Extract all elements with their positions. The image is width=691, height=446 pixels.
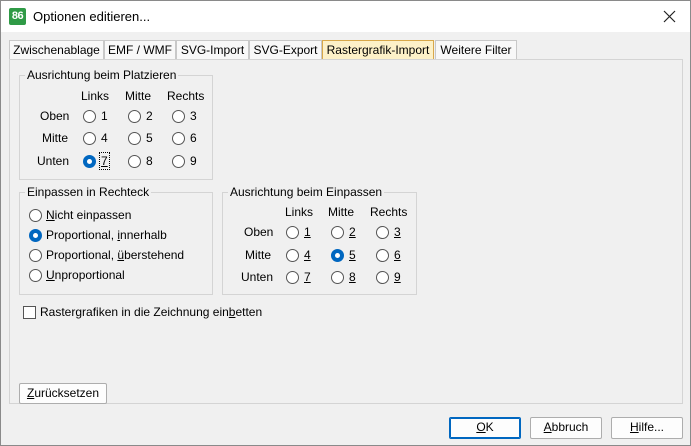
fit-align-label-6: 6: [394, 248, 401, 262]
dialog-window: 86 Optionen editieren... Zwischenablage …: [0, 0, 691, 446]
fit-align-group: Ausrichtung beim Einpassen Links Mitte R…: [222, 185, 417, 295]
fit-align-label-8: 8: [349, 270, 356, 284]
tab-panel: Ausrichtung beim Platzieren Links Mitte …: [9, 59, 683, 404]
tab-svg-export[interactable]: SVG-Export: [249, 40, 322, 60]
placement-label-3: 3: [190, 109, 197, 123]
placement-radio-5[interactable]: [128, 132, 141, 145]
fit-align-radio-9[interactable]: [376, 271, 389, 284]
placement-label-5: 5: [146, 131, 153, 145]
placement-row-top: Oben: [40, 109, 70, 123]
placement-row-middle: Mitte: [42, 131, 69, 145]
fit-align-col-middle: Mitte: [328, 205, 355, 219]
fit-align-radio-7[interactable]: [286, 271, 299, 284]
fit-rect-label-unproportional: Unproportional: [46, 268, 125, 282]
tab-zwischenablage[interactable]: Zwischenablage: [9, 40, 104, 60]
close-button[interactable]: [650, 1, 690, 32]
reset-button[interactable]: Zurücksetzen: [19, 383, 107, 404]
placement-radio-2[interactable]: [128, 110, 141, 123]
placement-radio-3[interactable]: [172, 110, 185, 123]
fit-align-radio-5[interactable]: [331, 249, 344, 262]
placement-radio-4[interactable]: [83, 132, 96, 145]
placement-col-right: Rechts: [167, 89, 205, 103]
placement-label-8: 8: [146, 154, 153, 168]
tab-weitere-filter[interactable]: Weitere Filter: [435, 40, 517, 60]
fit-rect-radio-unproportional[interactable]: [29, 269, 42, 282]
tab-emf-wmf[interactable]: EMF / WMF: [104, 40, 176, 60]
title-bar: 86 Optionen editieren...: [1, 1, 690, 32]
embed-raster-label: Rastergrafiken in die Zeichnung einbette…: [40, 305, 263, 319]
placement-radio-6[interactable]: [172, 132, 185, 145]
fit-rect-label-overlap: Proportional, überstehend: [46, 248, 185, 262]
fit-rect-label-none: Nicht einpassen: [46, 208, 132, 222]
placement-radio-9[interactable]: [172, 155, 185, 168]
app-logo-icon: 86: [9, 8, 26, 25]
close-icon: [663, 10, 676, 23]
fit-align-radio-8[interactable]: [331, 271, 344, 284]
fit-rect-group: Einpassen in Rechteck Nicht einpassen Pr…: [19, 185, 213, 295]
fit-align-label-5: 5: [349, 248, 356, 262]
fit-align-label-7: 7: [304, 270, 311, 284]
fit-align-label-3: 3: [394, 225, 401, 239]
placement-label-6: 6: [190, 131, 197, 145]
fit-rect-radio-overlap[interactable]: [29, 249, 42, 262]
placement-label-4: 4: [101, 131, 108, 145]
embed-raster-checkbox[interactable]: [23, 306, 36, 319]
placement-label-7: 7: [99, 152, 110, 170]
cancel-button[interactable]: Abbruch: [530, 417, 602, 439]
fit-align-label-2: 2: [349, 225, 356, 239]
fit-align-col-left: Links: [285, 205, 314, 219]
fit-rect-label-inside: Proportional, innerhalb: [46, 228, 167, 242]
fit-align-row-bottom: Unten: [241, 270, 274, 284]
placement-label-2: 2: [146, 109, 153, 123]
tab-svg-import[interactable]: SVG-Import: [176, 40, 249, 60]
fit-align-radio-2[interactable]: [331, 226, 344, 239]
fit-align-label-4: 4: [304, 248, 311, 262]
placement-radio-8[interactable]: [128, 155, 141, 168]
window-title: Optionen editieren...: [33, 9, 151, 24]
placement-col-left: Links: [81, 89, 110, 103]
fit-rect-group-title: Einpassen in Rechteck: [25, 185, 152, 199]
fit-align-col-right: Rechts: [370, 205, 408, 219]
placement-row-bottom: Unten: [37, 154, 70, 168]
fit-align-radio-6[interactable]: [376, 249, 389, 262]
fit-rect-radio-none[interactable]: [29, 209, 42, 222]
placement-group: Ausrichtung beim Platzieren Links Mitte …: [19, 68, 213, 180]
fit-align-radio-4[interactable]: [286, 249, 299, 262]
fit-align-label-9: 9: [394, 270, 401, 284]
placement-radio-1[interactable]: [83, 110, 96, 123]
placement-radio-7[interactable]: [83, 155, 96, 168]
tab-rastergrafik-import[interactable]: Rastergrafik-Import: [322, 40, 434, 60]
placement-col-middle: Mitte: [125, 89, 152, 103]
ok-button[interactable]: OK: [449, 417, 521, 439]
placement-label-9: 9: [190, 154, 197, 168]
fit-align-row-top: Oben: [244, 225, 274, 239]
placement-group-title: Ausrichtung beim Platzieren: [25, 68, 179, 82]
fit-align-radio-1[interactable]: [286, 226, 299, 239]
placement-label-1: 1: [101, 109, 108, 123]
help-button[interactable]: Hilfe...: [611, 417, 683, 439]
fit-align-group-title: Ausrichtung beim Einpassen: [228, 185, 385, 199]
fit-align-radio-3[interactable]: [376, 226, 389, 239]
fit-rect-radio-inside[interactable]: [29, 229, 42, 242]
fit-align-label-1: 1: [304, 225, 311, 239]
fit-align-row-middle: Mitte: [245, 248, 272, 262]
